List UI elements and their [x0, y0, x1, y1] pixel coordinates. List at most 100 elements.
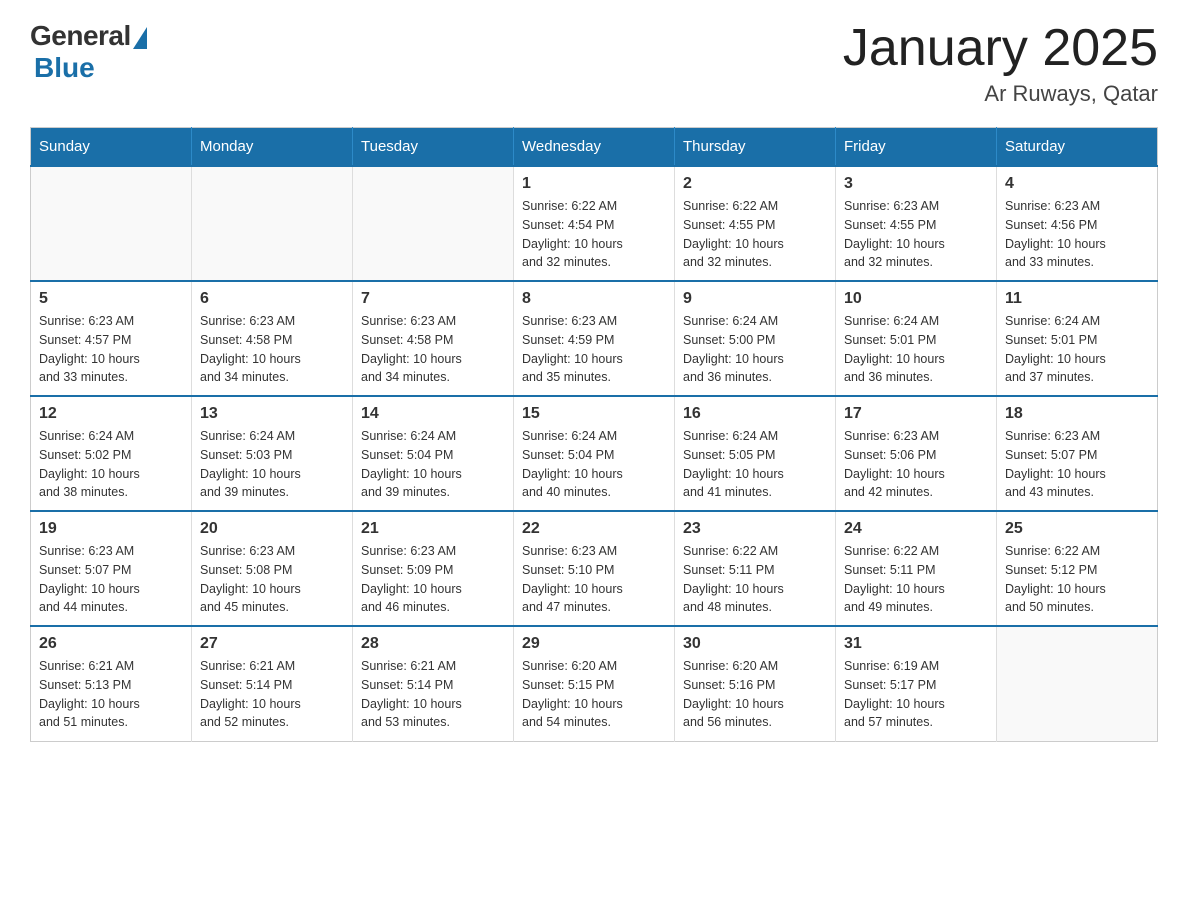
- day-number: 4: [1005, 175, 1149, 193]
- page-header: General Blue January 2025 Ar Ruways, Qat…: [30, 20, 1158, 107]
- calendar-day-cell: 14Sunrise: 6:24 AMSunset: 5:04 PMDayligh…: [353, 396, 514, 511]
- day-number: 8: [522, 290, 666, 308]
- day-number: 6: [200, 290, 344, 308]
- day-info: Sunrise: 6:23 AMSunset: 4:59 PMDaylight:…: [522, 312, 666, 387]
- day-info: Sunrise: 6:23 AMSunset: 5:06 PMDaylight:…: [844, 427, 988, 502]
- day-info: Sunrise: 6:23 AMSunset: 4:58 PMDaylight:…: [361, 312, 505, 387]
- calendar-day-cell: 23 Sunrise: 6:22 AMSunset: 5:11 PMDayligh…: [675, 511, 836, 626]
- calendar-day-cell: 21 Sunrise: 6:23 AMSunset: 5:09 PMDayligh…: [353, 511, 514, 626]
- day-info: Sunrise: 6:21 AMSunset: 5:14 PMDaylight:…: [200, 657, 344, 732]
- day-of-week-header: Tuesday: [353, 128, 514, 167]
- day-of-week-header: Thursday: [675, 128, 836, 167]
- calendar-day-cell: 29 Sunrise: 6:20 AMSunset: 5:15 PMDayligh…: [514, 626, 675, 741]
- day-info: Sunrise: 6:24 AMSunset: 5:01 PMDaylight:…: [844, 312, 988, 387]
- calendar-day-cell: 24 Sunrise: 6:22 AMSunset: 5:11 PMDayligh…: [836, 511, 997, 626]
- day-number: 28: [361, 635, 505, 653]
- day-of-week-header: Monday: [192, 128, 353, 167]
- calendar-day-cell: [353, 166, 514, 281]
- day-info: Sunrise: 6:23 AMSunset: 5:10 PMDaylight:…: [522, 542, 666, 617]
- day-number: 13: [200, 405, 344, 423]
- calendar-week-row: 1 Sunrise: 6:22 AMSunset: 4:54 PMDaylight…: [31, 166, 1158, 281]
- day-number: 16: [683, 405, 827, 423]
- day-number: 2: [683, 175, 827, 193]
- day-info: Sunrise: 6:24 AMSunset: 5:03 PMDaylight:…: [200, 427, 344, 502]
- calendar-day-cell: 20 Sunrise: 6:23 AMSunset: 5:08 PMDayligh…: [192, 511, 353, 626]
- day-info: Sunrise: 6:22 AMSunset: 5:12 PMDaylight:…: [1005, 542, 1149, 617]
- day-number: 30: [683, 635, 827, 653]
- calendar-day-cell: 25 Sunrise: 6:22 AMSunset: 5:12 PMDayligh…: [997, 511, 1158, 626]
- day-info: Sunrise: 6:24 AMSunset: 5:00 PMDaylight:…: [683, 312, 827, 387]
- day-number: 3: [844, 175, 988, 193]
- day-info: Sunrise: 6:22 AMSunset: 5:11 PMDaylight:…: [683, 542, 827, 617]
- logo-general-text: General: [30, 20, 131, 52]
- day-number: 29: [522, 635, 666, 653]
- day-number: 31: [844, 635, 988, 653]
- day-number: 14: [361, 405, 505, 423]
- calendar-day-cell: 15Sunrise: 6:24 AMSunset: 5:04 PMDayligh…: [514, 396, 675, 511]
- day-of-week-header: Saturday: [997, 128, 1158, 167]
- day-info: Sunrise: 6:22 AMSunset: 4:55 PMDaylight:…: [683, 197, 827, 272]
- calendar-day-cell: 3Sunrise: 6:23 AMSunset: 4:55 PMDaylight…: [836, 166, 997, 281]
- day-of-week-header: Wednesday: [514, 128, 675, 167]
- calendar-day-cell: 10Sunrise: 6:24 AMSunset: 5:01 PMDayligh…: [836, 281, 997, 396]
- day-number: 18: [1005, 405, 1149, 423]
- calendar-day-cell: 22Sunrise: 6:23 AMSunset: 5:10 PMDayligh…: [514, 511, 675, 626]
- calendar-day-cell: [997, 626, 1158, 741]
- day-info: Sunrise: 6:24 AMSunset: 5:02 PMDaylight:…: [39, 427, 183, 502]
- day-number: 23: [683, 520, 827, 538]
- day-number: 19: [39, 520, 183, 538]
- day-number: 20: [200, 520, 344, 538]
- day-info: Sunrise: 6:20 AMSunset: 5:15 PMDaylight:…: [522, 657, 666, 732]
- calendar-day-cell: [31, 166, 192, 281]
- calendar-title: January 2025: [843, 20, 1158, 77]
- day-number: 12: [39, 405, 183, 423]
- day-info: Sunrise: 6:21 AMSunset: 5:13 PMDaylight:…: [39, 657, 183, 732]
- day-info: Sunrise: 6:23 AMSunset: 5:07 PMDaylight:…: [39, 542, 183, 617]
- day-info: Sunrise: 6:24 AMSunset: 5:01 PMDaylight:…: [1005, 312, 1149, 387]
- calendar-day-cell: 18Sunrise: 6:23 AMSunset: 5:07 PMDayligh…: [997, 396, 1158, 511]
- day-info: Sunrise: 6:20 AMSunset: 5:16 PMDaylight:…: [683, 657, 827, 732]
- day-number: 26: [39, 635, 183, 653]
- calendar-day-cell: 11 Sunrise: 6:24 AMSunset: 5:01 PMDayligh…: [997, 281, 1158, 396]
- day-number: 9: [683, 290, 827, 308]
- calendar-day-cell: 27 Sunrise: 6:21 AMSunset: 5:14 PMDayligh…: [192, 626, 353, 741]
- calendar-table: SundayMondayTuesdayWednesdayThursdayFrid…: [30, 127, 1158, 742]
- calendar-day-cell: 28 Sunrise: 6:21 AMSunset: 5:14 PMDayligh…: [353, 626, 514, 741]
- day-number: 25: [1005, 520, 1149, 538]
- day-info: Sunrise: 6:23 AMSunset: 4:58 PMDaylight:…: [200, 312, 344, 387]
- calendar-day-cell: 19 Sunrise: 6:23 AMSunset: 5:07 PMDayligh…: [31, 511, 192, 626]
- day-number: 24: [844, 520, 988, 538]
- day-number: 1: [522, 175, 666, 193]
- day-number: 17: [844, 405, 988, 423]
- day-number: 5: [39, 290, 183, 308]
- day-of-week-header: Friday: [836, 128, 997, 167]
- calendar-day-cell: 26 Sunrise: 6:21 AMSunset: 5:13 PMDayligh…: [31, 626, 192, 741]
- title-area: January 2025 Ar Ruways, Qatar: [843, 20, 1158, 107]
- logo-blue-text: Blue: [34, 52, 95, 84]
- day-info: Sunrise: 6:21 AMSunset: 5:14 PMDaylight:…: [361, 657, 505, 732]
- calendar-day-cell: 9 Sunrise: 6:24 AMSunset: 5:00 PMDaylight…: [675, 281, 836, 396]
- day-info: Sunrise: 6:24 AMSunset: 5:05 PMDaylight:…: [683, 427, 827, 502]
- calendar-day-cell: 30 Sunrise: 6:20 AMSunset: 5:16 PMDayligh…: [675, 626, 836, 741]
- day-number: 27: [200, 635, 344, 653]
- calendar-header-row: SundayMondayTuesdayWednesdayThursdayFrid…: [31, 128, 1158, 167]
- day-number: 15: [522, 405, 666, 423]
- calendar-day-cell: 16 Sunrise: 6:24 AMSunset: 5:05 PMDayligh…: [675, 396, 836, 511]
- calendar-day-cell: 6 Sunrise: 6:23 AMSunset: 4:58 PMDaylight…: [192, 281, 353, 396]
- day-info: Sunrise: 6:22 AMSunset: 4:54 PMDaylight:…: [522, 197, 666, 272]
- day-info: Sunrise: 6:23 AMSunset: 4:56 PMDaylight:…: [1005, 197, 1149, 272]
- day-info: Sunrise: 6:23 AMSunset: 5:09 PMDaylight:…: [361, 542, 505, 617]
- calendar-week-row: 26 Sunrise: 6:21 AMSunset: 5:13 PMDayligh…: [31, 626, 1158, 741]
- day-info: Sunrise: 6:23 AMSunset: 5:08 PMDaylight:…: [200, 542, 344, 617]
- calendar-subtitle: Ar Ruways, Qatar: [843, 81, 1158, 107]
- day-info: Sunrise: 6:23 AMSunset: 4:57 PMDaylight:…: [39, 312, 183, 387]
- calendar-day-cell: [192, 166, 353, 281]
- day-number: 11: [1005, 290, 1149, 308]
- day-number: 21: [361, 520, 505, 538]
- day-of-week-header: Sunday: [31, 128, 192, 167]
- calendar-day-cell: 8 Sunrise: 6:23 AMSunset: 4:59 PMDaylight…: [514, 281, 675, 396]
- calendar-day-cell: 7Sunrise: 6:23 AMSunset: 4:58 PMDaylight…: [353, 281, 514, 396]
- calendar-day-cell: 13 Sunrise: 6:24 AMSunset: 5:03 PMDayligh…: [192, 396, 353, 511]
- day-info: Sunrise: 6:22 AMSunset: 5:11 PMDaylight:…: [844, 542, 988, 617]
- calendar-day-cell: 4 Sunrise: 6:23 AMSunset: 4:56 PMDaylight…: [997, 166, 1158, 281]
